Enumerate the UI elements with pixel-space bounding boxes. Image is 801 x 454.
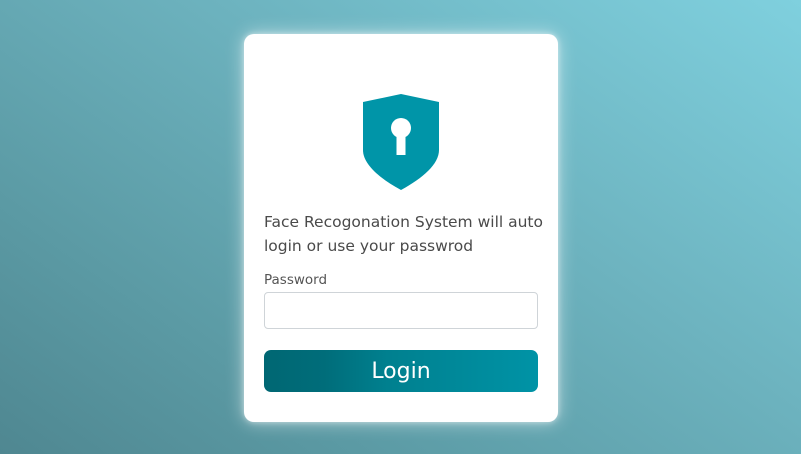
password-input[interactable]	[264, 292, 538, 329]
password-label: Password	[264, 272, 328, 288]
shield-keyhole-icon	[361, 94, 441, 190]
login-button[interactable]: Login	[264, 350, 538, 392]
login-instructions: Face Recogonation System will auto login…	[264, 213, 543, 255]
login-card: Face Recogonation System will auto login…	[244, 34, 558, 422]
